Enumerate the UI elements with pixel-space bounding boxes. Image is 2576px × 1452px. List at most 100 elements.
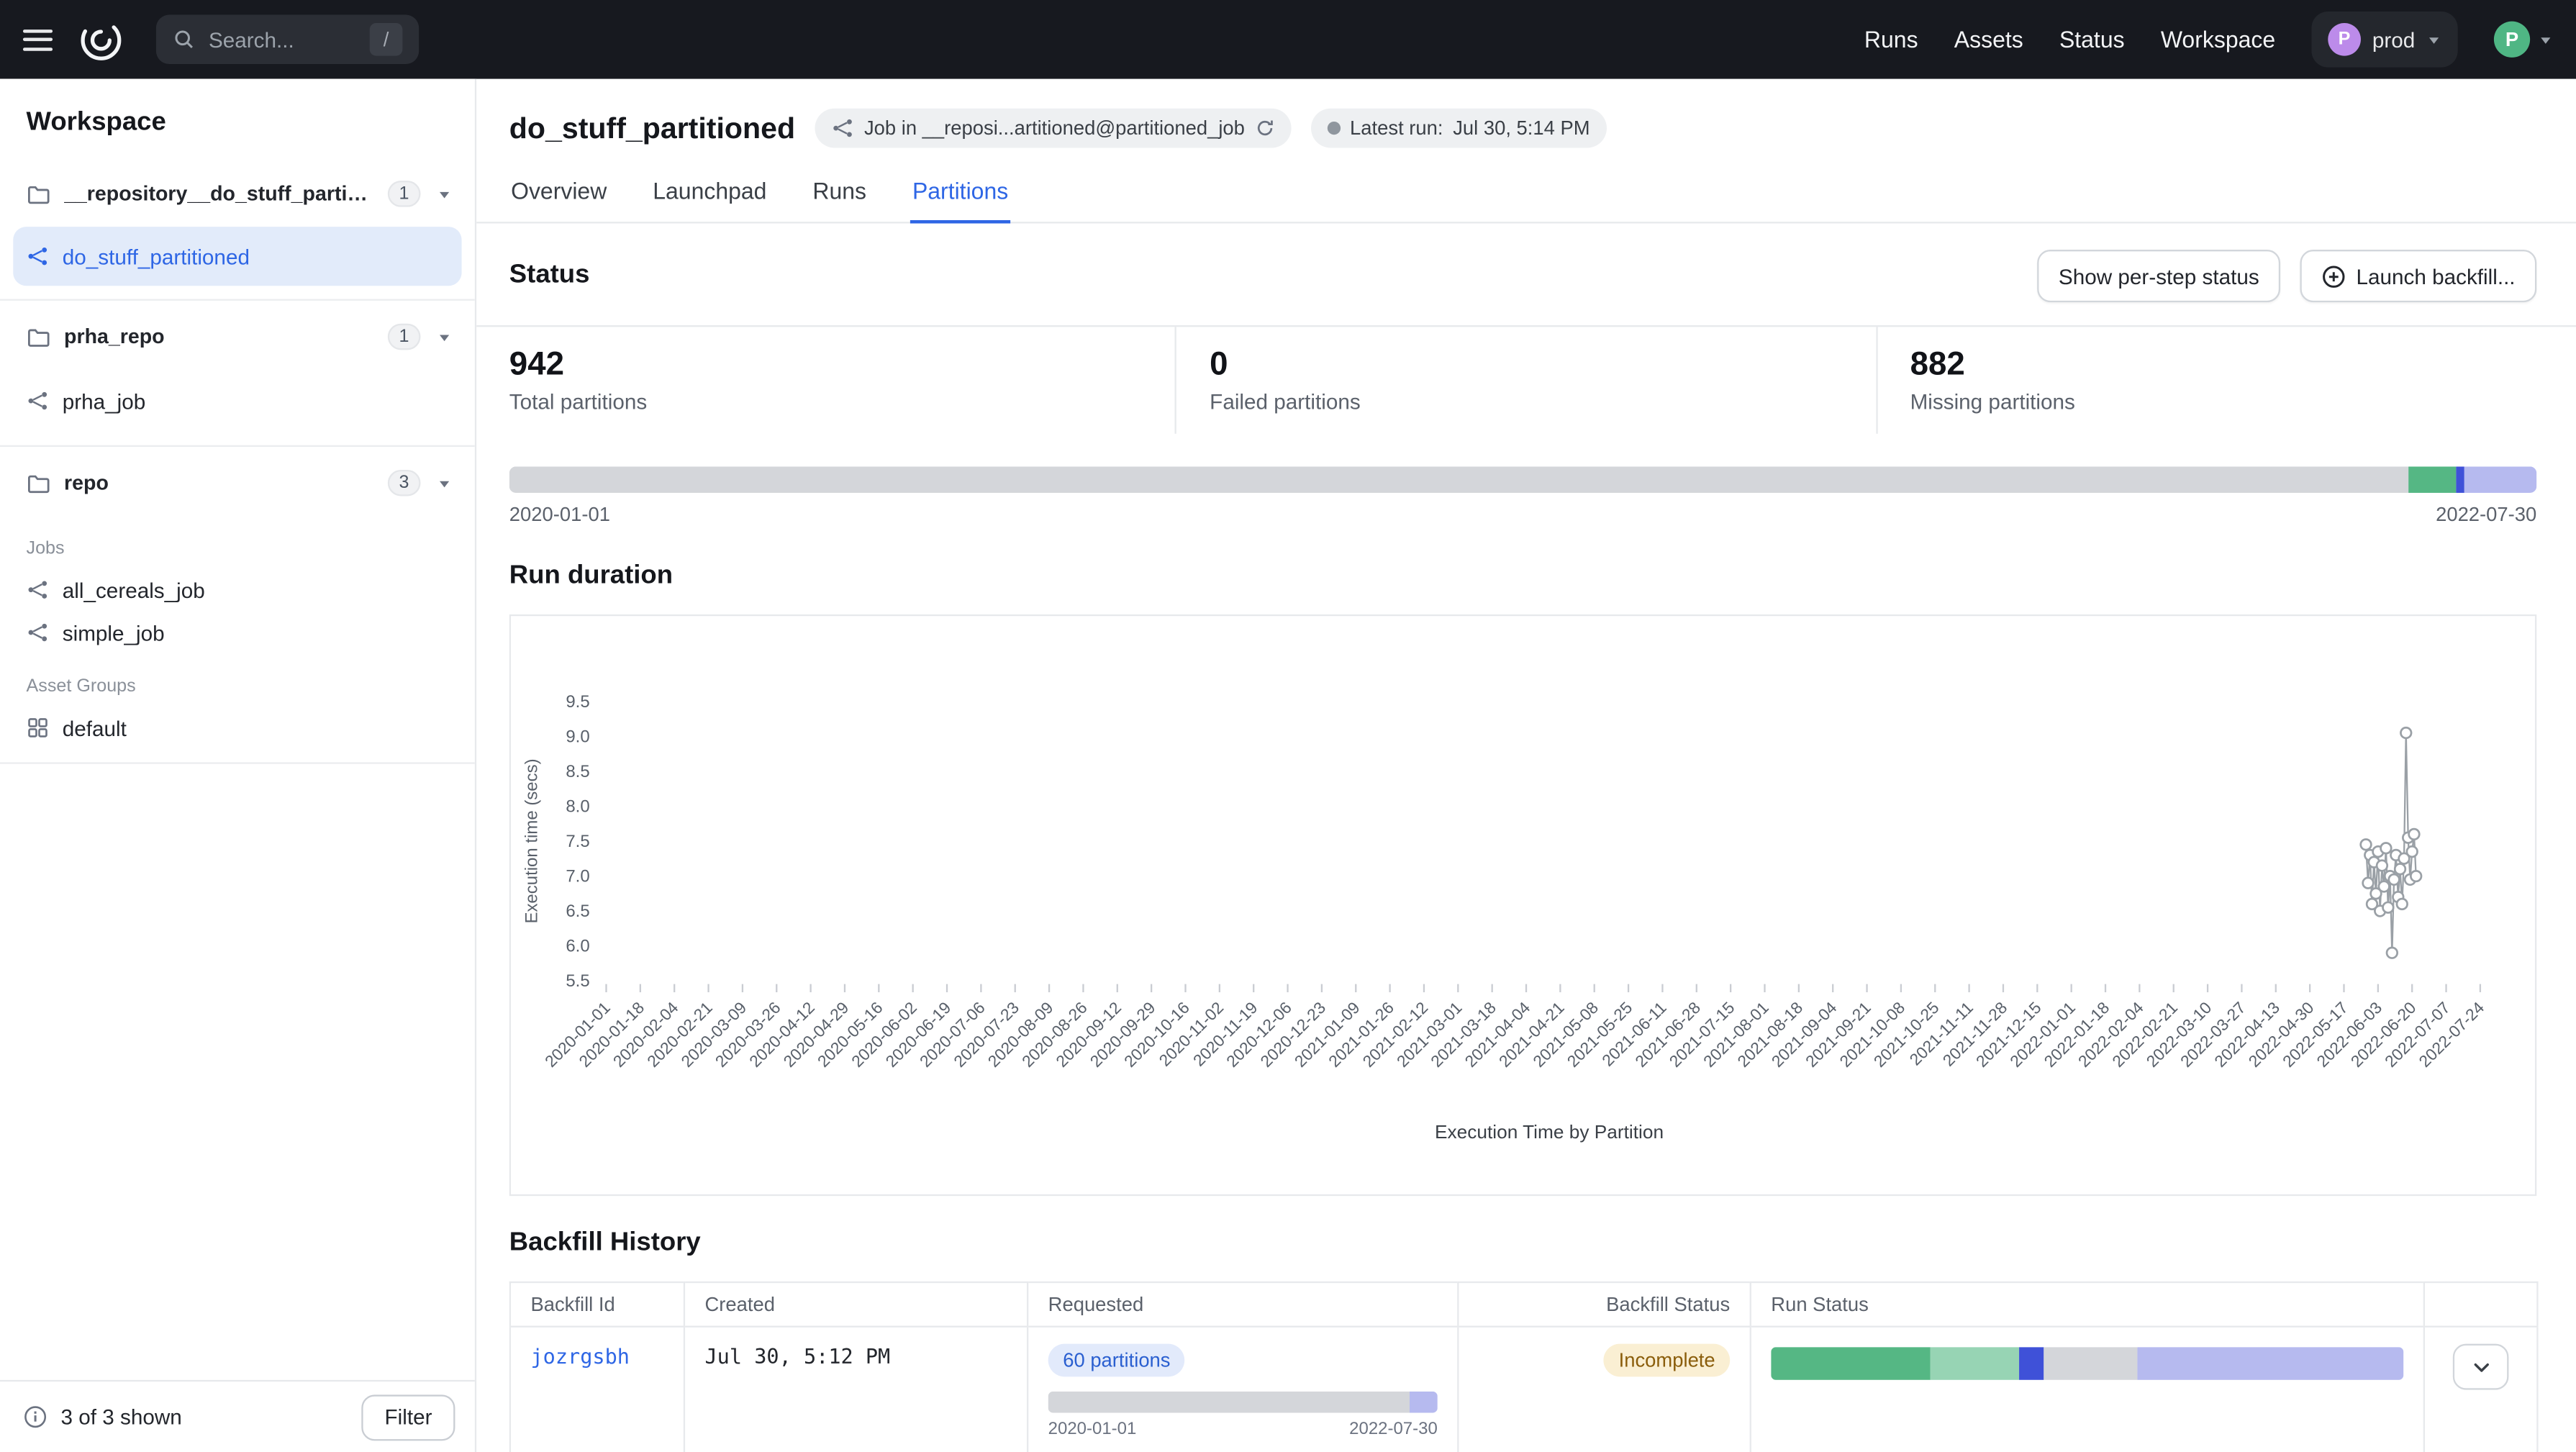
deployment-avatar: P bbox=[2328, 23, 2361, 56]
caret-down-icon[interactable] bbox=[434, 183, 455, 205]
bar-segment-succeeded bbox=[1771, 1347, 1931, 1380]
sidebar-item-prha-repo[interactable]: prha_repo 1 bbox=[0, 304, 475, 369]
tab-launchpad[interactable]: Launchpad bbox=[651, 171, 768, 222]
partition-stats: 942Total partitions0Failed partitions882… bbox=[476, 325, 2576, 434]
partition-start-date: 2020-01-01 bbox=[509, 503, 610, 526]
nav-link-status[interactable]: Status bbox=[2059, 27, 2125, 53]
job-origin-label: Job in __reposi...artitioned@partitioned… bbox=[864, 117, 1245, 140]
show-per-step-status-button[interactable]: Show per-step status bbox=[2037, 250, 2280, 302]
run-duration-chart-box: 5.56.06.57.07.58.08.59.09.52020-01-01202… bbox=[509, 614, 2536, 1196]
item-count-badge: 1 bbox=[388, 324, 421, 350]
launch-backfill-button[interactable]: Launch backfill... bbox=[2300, 250, 2536, 302]
svg-text:6.0: 6.0 bbox=[566, 937, 589, 956]
caret-down-icon bbox=[2539, 32, 2554, 47]
latest-run-value[interactable]: Jul 30, 5:14 PM bbox=[1453, 117, 1589, 140]
svg-text:Execution time (secs): Execution time (secs) bbox=[522, 758, 542, 923]
shown-count-label: 3 of 3 shown bbox=[60, 1405, 181, 1429]
expand-row-button[interactable] bbox=[2453, 1344, 2509, 1390]
svg-text:7.0: 7.0 bbox=[566, 867, 589, 886]
job-icon bbox=[27, 578, 50, 602]
stat-label: Failed partitions bbox=[1210, 389, 1843, 414]
caret-down-icon[interactable] bbox=[434, 326, 455, 348]
deployment-switcher[interactable]: P prod bbox=[2311, 12, 2457, 68]
run-duration-chart: 5.56.06.57.07.58.08.59.09.52020-01-01202… bbox=[511, 616, 2535, 1194]
backfill-id-link[interactable]: jozrgsbh bbox=[510, 1327, 684, 1452]
nav-link-workspace[interactable]: Workspace bbox=[2161, 27, 2275, 53]
bar-segment-in-progress bbox=[2456, 466, 2464, 493]
chevron-down-icon bbox=[2470, 1356, 2492, 1378]
job-origin-pill[interactable]: Job in __reposi...artitioned@partitioned… bbox=[815, 109, 1290, 148]
latest-run-label: Latest run: bbox=[1350, 117, 1443, 140]
sidebar-item-repo[interactable]: repo3 bbox=[0, 450, 475, 516]
tab-runs[interactable]: Runs bbox=[811, 171, 868, 222]
folder-icon bbox=[27, 471, 51, 495]
menu-icon[interactable] bbox=[23, 25, 53, 53]
bar-segment-queued bbox=[2136, 1347, 2403, 1380]
sidebar-section-asset-groups: Asset Groups bbox=[0, 654, 475, 707]
column-header-run-status: Run Status bbox=[1751, 1282, 2424, 1327]
stat-value: 882 bbox=[1910, 347, 2544, 385]
sidebar-item-label: simple_job bbox=[63, 620, 455, 645]
search-input[interactable] bbox=[209, 27, 356, 52]
sidebar-item-label: default bbox=[63, 715, 455, 740]
tab-overview[interactable]: Overview bbox=[509, 171, 609, 222]
search-box[interactable]: / bbox=[156, 15, 419, 64]
status-heading: Status bbox=[509, 261, 590, 291]
item-count-badge: 1 bbox=[388, 181, 421, 207]
sidebar-item-do-stuff-partitioned[interactable]: do_stuff_partitioned bbox=[13, 227, 461, 286]
sidebar-item-label: all_cereals_job bbox=[63, 578, 455, 602]
bar-segment-succeeded-late bbox=[1931, 1347, 2019, 1380]
partition-status-bar[interactable] bbox=[509, 466, 2536, 493]
requested-partitions-bar bbox=[1048, 1392, 1438, 1413]
sidebar-item-simple-job[interactable]: simple_job bbox=[0, 611, 475, 653]
nav-links: Runs Assets Status Workspace P prod P bbox=[1864, 12, 2553, 68]
job-icon bbox=[27, 389, 50, 412]
sidebar-group: repo3Jobsall_cereals_jobsimple_jobAsset … bbox=[0, 447, 475, 764]
filter-button[interactable]: Filter bbox=[362, 1394, 455, 1440]
sidebar-item-all-cereals-job[interactable]: all_cereals_job bbox=[0, 568, 475, 611]
partition-bar-dates: 2020-01-01 2022-07-30 bbox=[509, 503, 2536, 526]
stat-value: 0 bbox=[1210, 347, 1843, 385]
run-status-cell bbox=[1751, 1327, 2424, 1452]
backfill-status-badge: Incomplete bbox=[1604, 1344, 1730, 1377]
user-menu[interactable]: P bbox=[2494, 22, 2553, 58]
info-icon bbox=[23, 1405, 47, 1429]
requested-start-date: 2020-01-01 bbox=[1048, 1420, 1137, 1439]
job-icon bbox=[831, 117, 854, 140]
bar-segment-missing bbox=[509, 466, 2409, 493]
sidebar-item-prha-job[interactable]: prha_job bbox=[0, 370, 475, 432]
requested-partitions-badge[interactable]: 60 partitions bbox=[1048, 1344, 1185, 1377]
svg-text:5.5: 5.5 bbox=[566, 971, 589, 991]
sidebar-groups: __repository__do_stuff_partitio...1do_st… bbox=[0, 158, 475, 1380]
svg-text:9.5: 9.5 bbox=[566, 692, 589, 712]
deployment-label: prod bbox=[2372, 27, 2415, 52]
sidebar-item-repository-do-stuff-partitio[interactable]: __repository__do_stuff_partitio...1 bbox=[0, 161, 475, 227]
dagster-logo[interactable] bbox=[79, 17, 124, 62]
bar-segment-success bbox=[2409, 466, 2456, 493]
main-content: do_stuff_partitioned Job in __reposi...a… bbox=[476, 79, 2576, 1452]
plus-circle-icon bbox=[2322, 263, 2346, 288]
asset-group-icon bbox=[27, 716, 50, 739]
bar-segment-queued bbox=[2464, 466, 2536, 493]
backfill-created-cell: Jul 30, 5:12 PM bbox=[684, 1327, 1028, 1452]
backfill-requested-cell: 60 partitions 2020-01-01 2022-07-30 bbox=[1028, 1327, 1458, 1452]
run-duration-heading: Run duration bbox=[509, 562, 2536, 591]
run-duration-section: Run duration 5.56.06.57.07.58.08.59.09.5… bbox=[476, 526, 2576, 1197]
refresh-icon[interactable] bbox=[1255, 118, 1274, 137]
caret-down-icon[interactable] bbox=[434, 472, 455, 494]
sidebar-item-default[interactable]: default bbox=[0, 707, 475, 749]
sidebar-group: __repository__do_stuff_partitio...1do_st… bbox=[0, 158, 475, 301]
column-header-backfill-id: Backfill Id bbox=[510, 1282, 684, 1327]
tab-partitions[interactable]: Partitions bbox=[911, 171, 1010, 222]
sidebar-item-label: prha_job bbox=[63, 389, 455, 413]
page-header: do_stuff_partitioned Job in __reposi...a… bbox=[476, 79, 2576, 148]
column-header-created: Created bbox=[684, 1282, 1028, 1327]
nav-link-runs[interactable]: Runs bbox=[1864, 27, 1918, 53]
latest-run-pill[interactable]: Latest run: Jul 30, 5:14 PM bbox=[1310, 109, 1606, 148]
nav-link-assets[interactable]: Assets bbox=[1954, 27, 2023, 53]
sidebar-item-label: repo bbox=[64, 471, 374, 494]
partition-status-bar-section: 2020-01-01 2022-07-30 bbox=[476, 434, 2576, 526]
sidebar-item-label: prha_repo bbox=[64, 325, 374, 348]
stat-failed-partitions: 0 Failed partitions bbox=[1175, 327, 1875, 433]
partition-end-date: 2022-07-30 bbox=[2436, 503, 2536, 526]
